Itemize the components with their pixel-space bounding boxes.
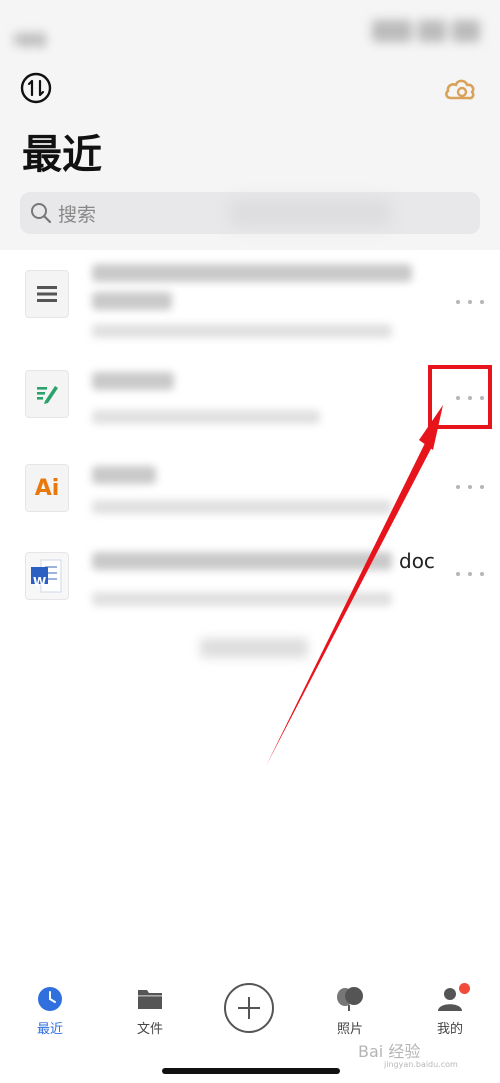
home-indicator	[162, 1068, 340, 1074]
tab-recent[interactable]: 最近	[20, 986, 80, 1037]
watermark-url: jingyan.baidu.com	[384, 1060, 458, 1069]
tab-label: 最近	[36, 1022, 63, 1037]
tab-me[interactable]: 我的	[420, 986, 480, 1037]
watermark-logo: Bai 经验	[358, 1042, 421, 1061]
tab-label: 我的	[436, 1022, 463, 1037]
annotation-arrow	[266, 405, 443, 766]
notification-badge	[459, 983, 470, 994]
tab-files[interactable]: 文件	[120, 986, 180, 1037]
tab-label: 照片	[336, 1022, 363, 1037]
add-button[interactable]	[224, 983, 274, 1033]
tab-photos[interactable]: 照片	[320, 986, 380, 1037]
folder-icon	[138, 990, 162, 1009]
tab-label: 文件	[136, 1022, 163, 1037]
clock-icon	[38, 987, 62, 1011]
photos-icon	[337, 987, 363, 1011]
